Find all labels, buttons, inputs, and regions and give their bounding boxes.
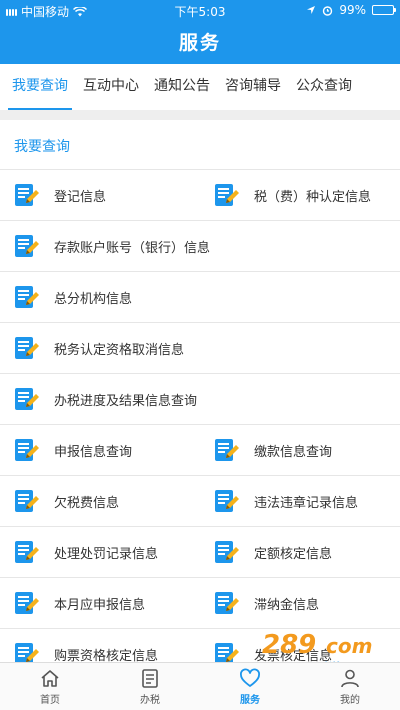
list-item-label: 办税进度及结果信息查询: [54, 393, 198, 409]
heart-icon: [240, 668, 260, 687]
document-edit-icon: [15, 184, 39, 206]
document-edit-icon: [215, 541, 239, 563]
document-edit-icon: [15, 439, 39, 461]
bottom-tabbar: 首页 办税 服务 我的: [0, 662, 400, 710]
list-row: 处理处罚记录信息 定额核定信息: [0, 526, 400, 577]
list-item-label: 欠税费信息: [54, 495, 120, 511]
list-item[interactable]: 缴款信息查询: [200, 425, 400, 475]
query-list: 登记信息 税（费）种认定信息存款账户账号（银行）信息 总分机构信息税务认定资格取消信…: [0, 169, 400, 679]
status-right: 99%: [306, 3, 396, 17]
status-bar: 中国移动 下午5:03 99%: [0, 0, 400, 20]
list-item-label: 税（费）种认定信息: [254, 189, 372, 205]
list-item[interactable]: 税（费）种认定信息: [200, 170, 400, 220]
home-icon: [41, 670, 59, 687]
tabbar-label: 服务: [240, 695, 260, 706]
top-tabs: 我要查询 互动中心 通知公告 咨询辅导 公众查询: [0, 64, 400, 110]
list-item[interactable]: 总分机构信息: [0, 272, 400, 322]
document-edit-icon: [15, 235, 39, 257]
list-item-label: 存款账户账号（银行）信息: [54, 240, 211, 256]
list-item[interactable]: 本月应申报信息: [0, 578, 200, 628]
list-item[interactable]: 税务认定资格取消信息: [0, 323, 400, 373]
document-edit-icon: [15, 541, 39, 563]
document-edit-icon: [15, 592, 39, 614]
list-item-label: 总分机构信息: [54, 291, 133, 307]
document-edit-icon: [15, 490, 39, 512]
tabbar-item-0[interactable]: 首页: [0, 663, 100, 710]
list-item[interactable]: 滞纳金信息: [200, 578, 400, 628]
list-item-label: 税务认定资格取消信息: [54, 342, 185, 358]
list-item-label: 滞纳金信息: [254, 597, 320, 613]
tabbar-label: 我的: [340, 695, 360, 706]
tabbar-item-1[interactable]: 办税: [100, 663, 200, 710]
list-item-label: 购票资格核定信息: [54, 648, 159, 664]
page-title: 服务: [178, 32, 221, 54]
list-item[interactable]: 违法违章记录信息: [200, 476, 400, 526]
list-item-label: 违法违章记录信息: [254, 495, 359, 511]
list-row: 存款账户账号（银行）信息: [0, 220, 400, 271]
document-edit-icon: [215, 490, 239, 512]
list-item-label: 处理处罚记录信息: [54, 546, 159, 562]
list-icon: [142, 669, 158, 688]
app-header: 中国移动 下午5:03 99% 服务: [0, 0, 400, 64]
tab-1[interactable]: 互动中心: [83, 64, 139, 110]
list-item-label: 发票核定信息: [254, 648, 333, 664]
list-row: 登记信息 税（费）种认定信息: [0, 169, 400, 220]
document-edit-icon: [215, 439, 239, 461]
tab-0[interactable]: 我要查询: [8, 64, 72, 110]
tabbar-item-2[interactable]: 服务: [200, 663, 300, 710]
list-row: 总分机构信息: [0, 271, 400, 322]
alarm-icon: [323, 5, 333, 16]
list-item-label: 缴款信息查询: [254, 444, 333, 460]
tab-4[interactable]: 公众查询: [296, 64, 352, 110]
list-row: 本月应申报信息 滞纳金信息: [0, 577, 400, 628]
battery-icon: [372, 5, 396, 15]
list-row: 欠税费信息 违法违章记录信息: [0, 475, 400, 526]
list-item[interactable]: 办税进度及结果信息查询: [0, 374, 400, 424]
list-item-label: 登记信息: [54, 189, 107, 205]
document-edit-icon: [15, 337, 39, 359]
list-item-label: 申报信息查询: [54, 444, 133, 460]
tabbar-label: 办税: [140, 695, 160, 706]
battery-percent: 99%: [339, 3, 366, 17]
list-item[interactable]: 欠税费信息: [0, 476, 200, 526]
document-edit-icon: [15, 388, 39, 410]
location-icon: [307, 6, 316, 14]
list-row: 申报信息查询 缴款信息查询: [0, 424, 400, 475]
tabbar-item-3[interactable]: 我的: [300, 663, 400, 710]
tab-2[interactable]: 通知公告: [154, 64, 210, 110]
list-item[interactable]: 登记信息: [0, 170, 200, 220]
list-item[interactable]: 定额核定信息: [200, 527, 400, 577]
tab-3[interactable]: 咨询辅导: [225, 64, 281, 110]
list-item[interactable]: 处理处罚记录信息: [0, 527, 200, 577]
section-divider: [0, 110, 400, 120]
tabbar-label: 首页: [40, 695, 60, 706]
document-edit-icon: [15, 286, 39, 308]
list-row: 办税进度及结果信息查询: [0, 373, 400, 424]
section-title: 我要查询: [14, 139, 70, 155]
list-item[interactable]: 申报信息查询: [0, 425, 200, 475]
user-icon: [341, 669, 359, 688]
list-row: 税务认定资格取消信息: [0, 322, 400, 373]
document-edit-icon: [215, 592, 239, 614]
list-item[interactable]: 存款账户账号（银行）信息: [0, 221, 400, 271]
list-item-label: 定额核定信息: [254, 546, 333, 562]
document-edit-icon: [215, 184, 239, 206]
list-item-label: 本月应申报信息: [54, 597, 146, 613]
